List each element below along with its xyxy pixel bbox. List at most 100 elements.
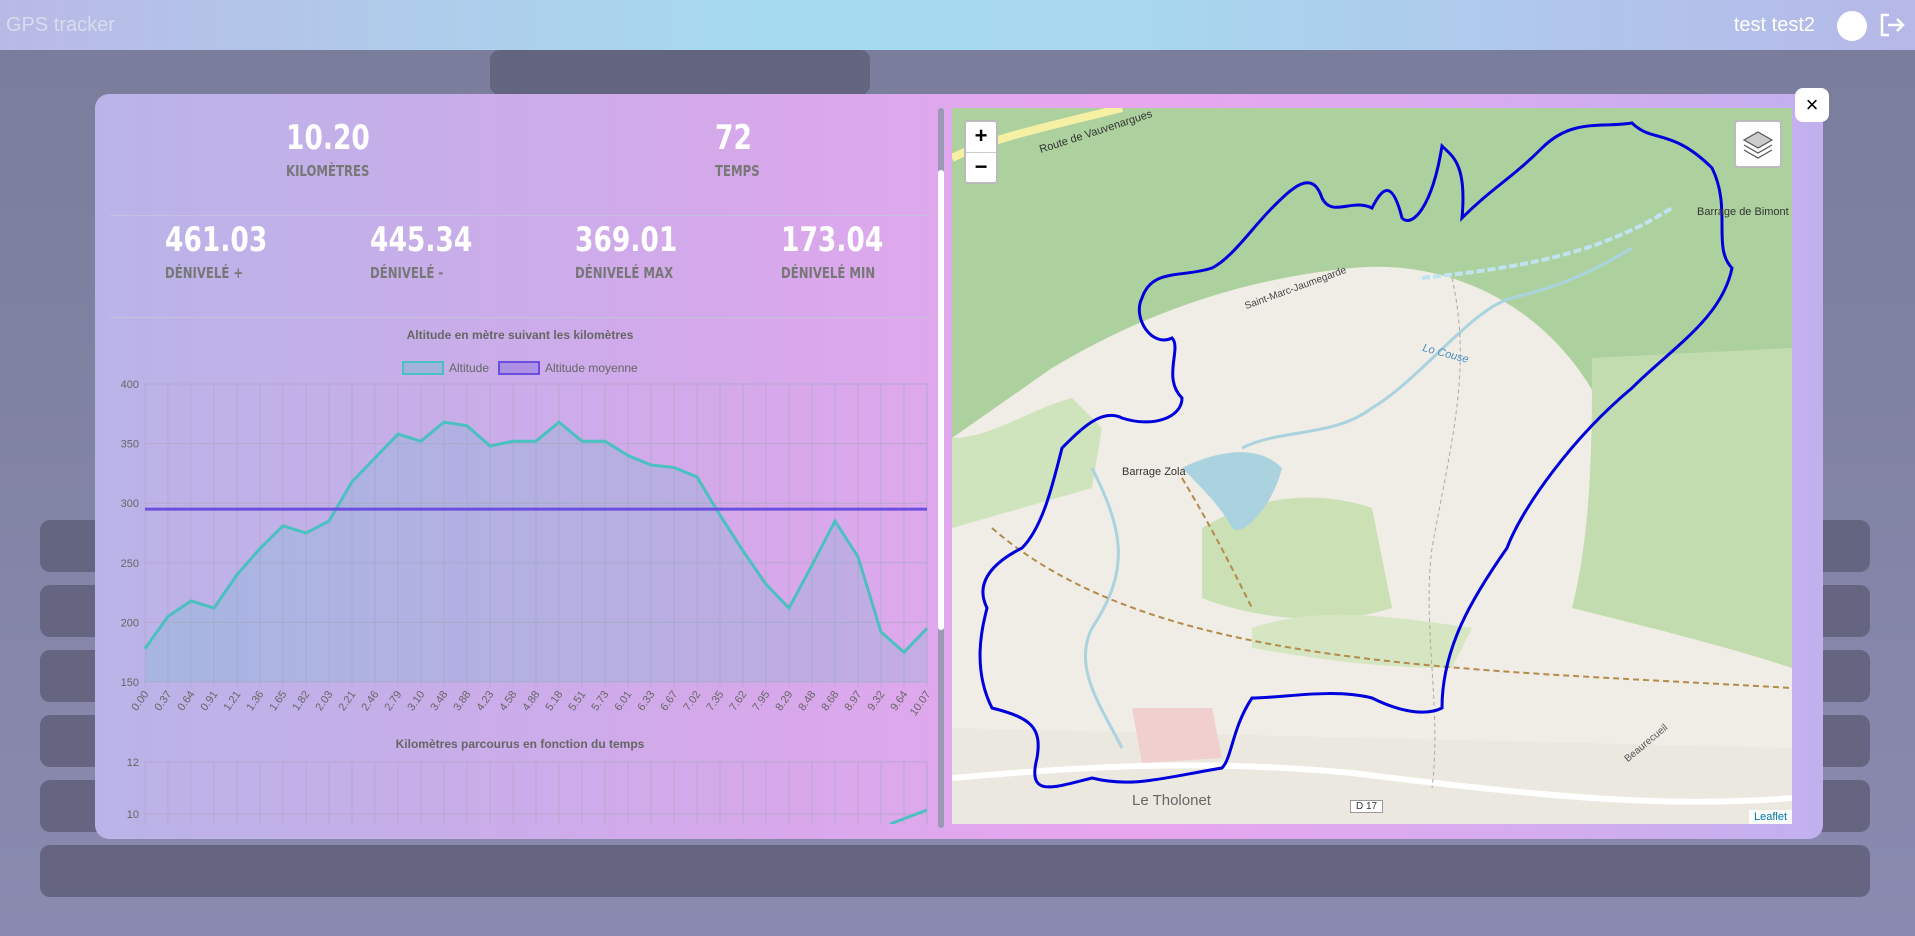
x-tick-label: 4.88 <box>520 689 542 713</box>
y-tick-label: 250 <box>121 558 139 570</box>
x-tick-label: 1.65 <box>267 689 289 713</box>
x-tick-label: 9.32 <box>865 689 887 713</box>
x-tick-label: 6.01 <box>612 689 634 713</box>
background-row <box>40 845 1870 897</box>
stat-value: 173.04 <box>781 220 884 260</box>
y-tick-label: 200 <box>121 617 139 629</box>
divider <box>110 215 930 216</box>
x-tick-label: 6.33 <box>635 689 657 713</box>
y-tick-label: 400 <box>121 379 139 391</box>
stat-elevation-loss: 445.34 DÉNIVELÉ - <box>370 220 501 282</box>
top-navbar: GPS tracker test test2 <box>0 0 1915 50</box>
x-tick-label: 0.37 <box>152 689 174 713</box>
stat-label: DÉNIVELÉ - <box>370 264 444 282</box>
stat-elevation-gain: 461.03 DÉNIVELÉ + <box>165 220 296 282</box>
distance-series-line <box>889 808 928 824</box>
chart-title: Kilomètres parcourus en fonction du temp… <box>396 737 645 751</box>
x-tick-label: 8.68 <box>819 689 841 713</box>
x-tick-label: 6.67 <box>658 689 680 713</box>
map-attribution[interactable]: Leaflet <box>1748 810 1792 824</box>
stat-label: KILOMÈTRES <box>286 162 370 180</box>
stat-value: 445.34 <box>370 220 473 260</box>
forest-area <box>1572 348 1792 668</box>
map-tiles <box>952 108 1792 824</box>
distance-time-chart: Kilomètres parcourus en fonction du temp… <box>127 737 928 824</box>
altitude-chart: Altitude en mètre suivant les kilomètres… <box>121 328 934 718</box>
stat-time: 72 TEMPS <box>715 118 772 180</box>
x-tick-label: 1.21 <box>221 689 243 713</box>
user-name[interactable]: test test2 <box>1734 14 1815 37</box>
map-label: D 17 <box>1350 800 1384 813</box>
x-tick-label: 7.62 <box>727 689 749 713</box>
map-label: Barrage de Bimont <box>1697 206 1789 218</box>
close-button[interactable]: × <box>1795 88 1829 122</box>
legend-swatch <box>498 361 540 375</box>
altitude-area <box>145 422 927 682</box>
y-tick-label: 10 <box>127 809 139 821</box>
x-tick-label: 8.97 <box>842 689 864 713</box>
forest-area <box>1252 614 1472 668</box>
x-tick-label: 7.95 <box>750 689 772 713</box>
background-block <box>490 50 870 95</box>
village-area <box>1132 708 1222 763</box>
zoom-out-button[interactable]: − <box>966 153 996 183</box>
x-tick-label: 4.58 <box>497 689 519 713</box>
legend-label: Altitude <box>449 361 489 375</box>
chart-grid: 10 12 <box>127 757 928 824</box>
stat-label: TEMPS <box>715 162 760 180</box>
logout-icon[interactable] <box>1877 10 1907 40</box>
legend-swatch <box>402 361 444 375</box>
chart-legend: Altitude Altitude moyenne <box>402 361 638 375</box>
stat-elevation-min: 173.04 DÉNIVELÉ MIN <box>781 220 912 282</box>
x-tick-label: 3.48 <box>428 689 450 713</box>
zoom-in-button[interactable]: + <box>966 122 996 153</box>
y-tick-label: 350 <box>121 439 139 451</box>
x-tick-label: 8.48 <box>796 689 818 713</box>
map-label: Le Tholonet <box>1132 792 1211 809</box>
divider <box>110 317 930 318</box>
scrollbar-thumb[interactable] <box>938 170 944 630</box>
x-tick-label: 0.00 <box>129 689 151 713</box>
stat-elevation-max: 369.01 DÉNIVELÉ MAX <box>575 220 706 282</box>
map-label: Barrage Zola <box>1122 466 1186 478</box>
x-tick-label: 2.03 <box>313 689 335 713</box>
x-tick-label: 7.35 <box>704 689 726 713</box>
x-tick-label: 3.88 <box>451 689 473 713</box>
x-tick-label: 8.29 <box>773 689 795 713</box>
stat-label: DÉNIVELÉ MIN <box>781 264 876 282</box>
x-tick-label: 5.18 <box>543 689 565 713</box>
avatar[interactable] <box>1837 11 1867 41</box>
x-tick-label: 7.02 <box>681 689 703 713</box>
stat-distance: 10.20 KILOMÈTRES <box>286 118 394 180</box>
x-tick-label: 3.10 <box>405 689 427 713</box>
x-tick-label: 0.91 <box>198 689 220 713</box>
layers-icon <box>1742 131 1774 159</box>
zoom-control: + − <box>964 120 998 184</box>
map[interactable]: Route de Vauvenargues Barrage de Bimont … <box>952 108 1792 824</box>
y-tick-label: 150 <box>121 677 139 689</box>
x-tick-label: 1.36 <box>244 689 266 713</box>
stat-label: DÉNIVELÉ MAX <box>575 264 674 282</box>
x-tick-label: 2.21 <box>336 689 358 713</box>
y-tick-label: 12 <box>127 757 139 769</box>
x-tick-label: 1.82 <box>290 689 312 713</box>
x-tick-label: 2.46 <box>359 689 381 713</box>
stat-value: 10.20 <box>286 118 370 158</box>
x-tick-label: 10.07 <box>908 689 934 718</box>
stat-value: 72 <box>715 118 752 158</box>
legend-label: Altitude moyenne <box>545 361 638 375</box>
chart-plot <box>143 420 929 682</box>
layers-button[interactable] <box>1734 120 1782 168</box>
river <box>1083 467 1124 749</box>
x-tick-label: 9.64 <box>888 689 910 713</box>
app-brand[interactable]: GPS tracker <box>6 14 115 37</box>
stat-value: 461.03 <box>165 220 268 260</box>
stat-value: 369.01 <box>575 220 678 260</box>
chart-title: Altitude en mètre suivant les kilomètres <box>407 328 634 342</box>
x-tick-label: 0.64 <box>175 689 197 713</box>
x-tick-label: 5.73 <box>589 689 611 713</box>
x-tick-label: 4.23 <box>474 689 496 713</box>
x-tick-label: 5.51 <box>566 689 588 713</box>
x-tick-label: 2.79 <box>382 689 404 713</box>
stat-label: DÉNIVELÉ + <box>165 264 244 282</box>
